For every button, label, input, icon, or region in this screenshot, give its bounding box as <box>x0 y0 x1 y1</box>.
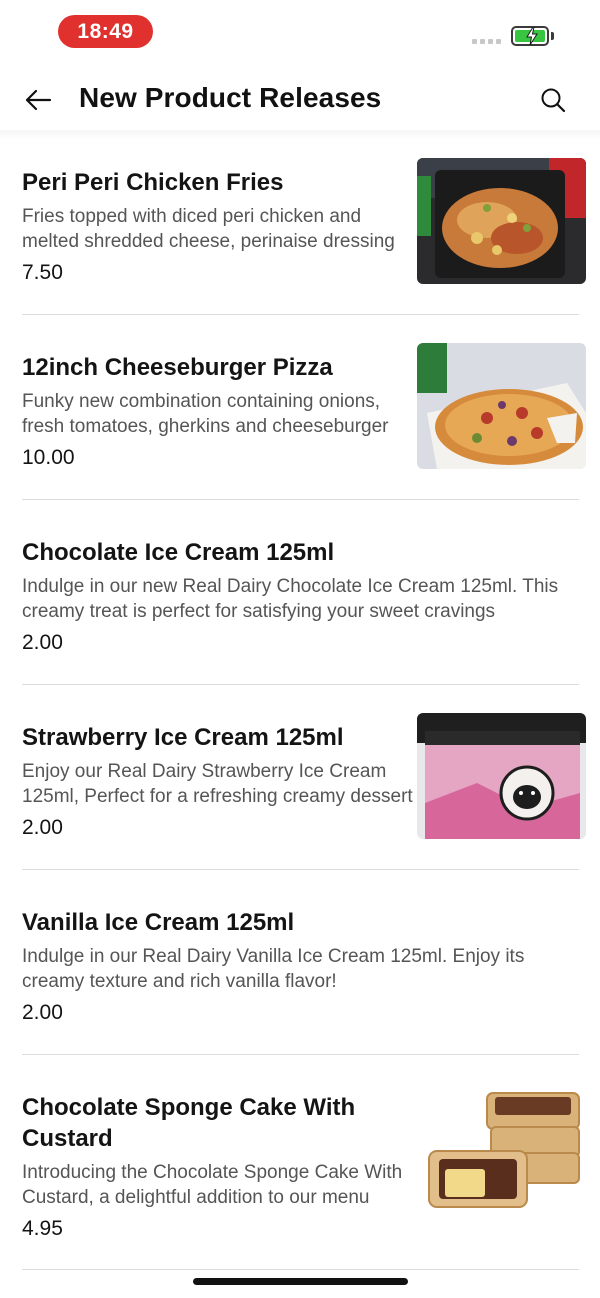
product-price: 2.00 <box>22 816 63 839</box>
product-description: Funky new combination containing onions,… <box>22 391 389 437</box>
product-description: Fries topped with diced peri chicken and… <box>22 206 395 252</box>
product-text: Peri Peri Chicken Fries Fries topped wit… <box>22 167 412 287</box>
page-title: New Product Releases <box>79 82 382 113</box>
product-price: 7.50 <box>22 261 63 284</box>
status-bar: 18:49 <box>0 0 600 60</box>
product-price: 4.95 <box>22 1217 63 1240</box>
product-text: Chocolate Sponge Cake With Custard Intro… <box>22 1092 416 1243</box>
product-item[interactable]: Vanilla Ice Cream 125ml Indulge in our R… <box>0 870 600 1055</box>
product-image[interactable] <box>417 713 586 839</box>
product-text: Strawberry Ice Cream 125ml Enjoy our Rea… <box>22 722 416 842</box>
product-name: Peri Peri Chicken Fries <box>22 169 284 196</box>
product-price: 2.00 <box>22 631 63 654</box>
back-button[interactable] <box>18 80 58 120</box>
product-text: Vanilla Ice Cream 125ml Indulge in our R… <box>22 907 588 1027</box>
product-item[interactable]: Peri Peri Chicken Fries Fries topped wit… <box>0 130 600 315</box>
product-name: Vanilla Ice Cream 125ml <box>22 909 295 936</box>
product-name: Chocolate Sponge Cake With Custard <box>22 1094 356 1152</box>
product-name: 12inch Cheeseburger Pizza <box>22 354 333 381</box>
search-button[interactable] <box>533 80 573 120</box>
item-divider <box>22 1269 579 1270</box>
back-arrow-icon <box>25 89 52 111</box>
app-header: New Product Releases <box>0 70 600 130</box>
product-item[interactable]: Chocolate Sponge Cake With Custard Intro… <box>0 1055 600 1270</box>
battery-charging-icon <box>511 26 549 46</box>
product-description: Indulge in our new Real Dairy Chocolate … <box>22 576 559 622</box>
product-description: Indulge in our Real Dairy Vanilla Ice Cr… <box>22 946 525 992</box>
product-price: 10.00 <box>22 446 75 469</box>
product-list: Peri Peri Chicken Fries Fries topped wit… <box>0 130 600 1270</box>
home-indicator[interactable] <box>193 1278 408 1285</box>
product-name: Strawberry Ice Cream 125ml <box>22 724 344 751</box>
screen: 18:49 New Product Releases Peri Peri Chi… <box>0 0 600 1298</box>
product-text: 12inch Cheeseburger Pizza Funky new comb… <box>22 352 412 472</box>
product-image[interactable] <box>417 158 586 284</box>
product-image[interactable] <box>417 343 586 469</box>
battery-cap <box>551 32 554 40</box>
product-text: Chocolate Ice Cream 125ml Indulge in our… <box>22 537 588 657</box>
product-item[interactable]: Chocolate Ice Cream 125ml Indulge in our… <box>0 500 600 685</box>
status-time: 18:49 <box>58 15 153 48</box>
signal-icon <box>472 39 501 44</box>
product-description: Introducing the Chocolate Sponge Cake Wi… <box>22 1162 403 1208</box>
product-image[interactable] <box>417 1083 586 1209</box>
product-description: Enjoy our Real Dairy Strawberry Ice Crea… <box>22 761 413 807</box>
search-icon <box>541 88 566 113</box>
product-item[interactable]: Strawberry Ice Cream 125ml Enjoy our Rea… <box>0 685 600 870</box>
product-name: Chocolate Ice Cream 125ml <box>22 539 335 566</box>
product-price: 2.00 <box>22 1001 63 1024</box>
product-item[interactable]: 12inch Cheeseburger Pizza Funky new comb… <box>0 315 600 500</box>
